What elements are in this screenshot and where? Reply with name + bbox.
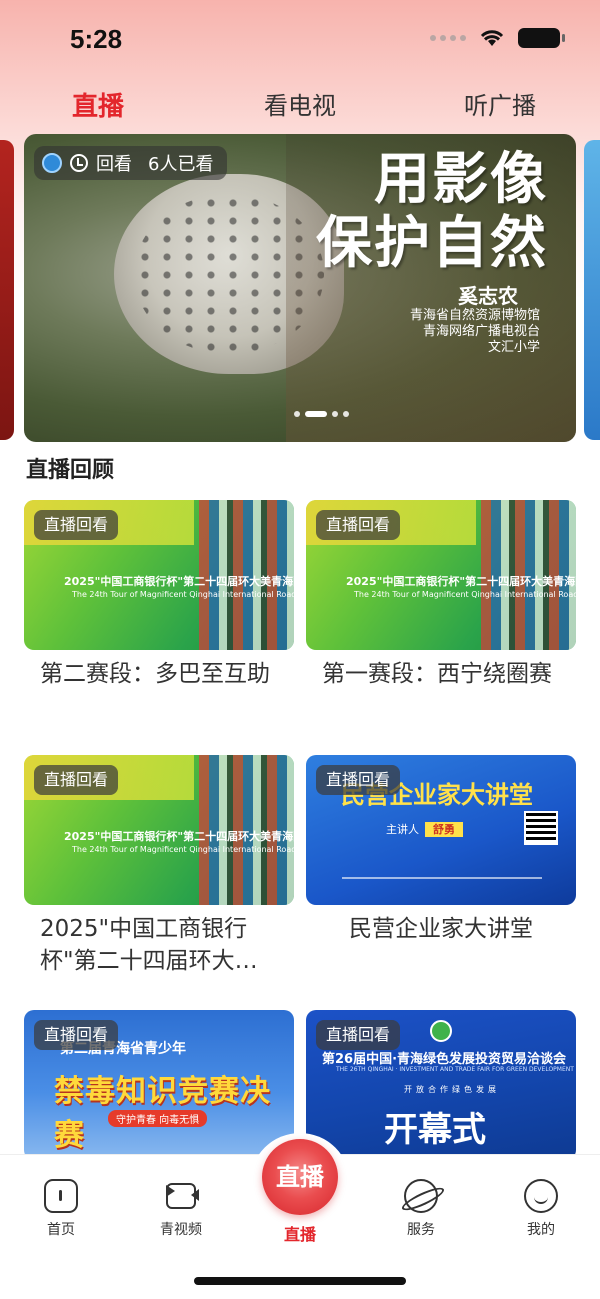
banner-title: 用影像 保护自然 bbox=[316, 148, 548, 276]
thumb-divider bbox=[342, 877, 542, 879]
tab-radio[interactable]: 听广播 bbox=[464, 86, 536, 121]
battery-icon bbox=[518, 28, 565, 48]
banner-subtitle-line2: 青海网络广播电视台 bbox=[422, 324, 540, 339]
replay-grid: 2025"中国工商银行杯"第二十四届环大美青海国际公路自行车赛 The 24th… bbox=[0, 498, 600, 1154]
tab-home-label: 首页 bbox=[47, 1222, 75, 1238]
replay-label: 回看 bbox=[96, 154, 132, 175]
carousel-prev-slide[interactable] bbox=[0, 140, 14, 440]
thumb-pill: 守护青春 向毒无惧 bbox=[108, 1110, 208, 1127]
replay-chip: 回看 6人已看 bbox=[34, 146, 228, 180]
home-indicator bbox=[194, 1277, 406, 1285]
live-center-button[interactable]: 直播 bbox=[262, 1139, 338, 1215]
thumb-en-text: The 24th Tour of Magnificent Qinghai Int… bbox=[354, 590, 576, 599]
replay-tag: 直播回看 bbox=[316, 1020, 401, 1050]
tab-home[interactable]: 首页 bbox=[16, 1179, 106, 1239]
card-thumbnail: 2025"中国工商银行杯"第二十四届环大美青海国际公路自行车赛 The 24th… bbox=[24, 755, 294, 905]
tab-live-label[interactable]: 直播 bbox=[250, 1221, 350, 1245]
replay-tag: 直播回看 bbox=[316, 765, 401, 795]
thumb-en-text: The 24th Tour of Magnificent Qinghai Int… bbox=[72, 845, 294, 854]
home-icon bbox=[44, 1179, 78, 1213]
signal-icon bbox=[430, 35, 466, 41]
thumb-title: 第26届中国·青海绿色发展投资贸易洽谈会 bbox=[322, 1052, 567, 1067]
thumb-en-text: The 24th Tour of Magnificent Qinghai Int… bbox=[72, 590, 294, 599]
status-icons bbox=[430, 28, 565, 48]
tab-tv[interactable]: 看电视 bbox=[264, 86, 336, 121]
replay-tag: 直播回看 bbox=[316, 510, 401, 540]
replay-tag: 直播回看 bbox=[34, 510, 119, 540]
page-dot bbox=[332, 411, 338, 417]
thumb-text: 开幕式 bbox=[384, 1110, 486, 1150]
replay-tag: 直播回看 bbox=[34, 765, 119, 795]
replay-card[interactable]: 民营企业家大讲堂 主讲人 舒勇 直播回看 民营企业家大讲堂 bbox=[306, 755, 576, 995]
replay-card[interactable]: 2025"中国工商银行杯"第二十四届环大美青海国际公路自行车赛 The 24th… bbox=[306, 500, 576, 740]
card-title: 第二赛段：多巴至互助 bbox=[40, 661, 270, 687]
card-thumbnail: 第26届中国·青海绿色发展投资贸易洽谈会 THE 26TH QINGHAI · … bbox=[306, 1010, 576, 1154]
channel-logo-icon bbox=[42, 153, 62, 173]
card-thumbnail: 第二届青海省青少年 禁毒知识竞赛决赛 守护青春 向毒无惧 直播回看 bbox=[24, 1010, 294, 1154]
replay-card[interactable]: 第二届青海省青少年 禁毒知识竞赛决赛 守护青春 向毒无惧 直播回看 bbox=[24, 1010, 294, 1154]
tab-me[interactable]: 我的 bbox=[496, 1179, 586, 1239]
section-title: 直播回顾 bbox=[26, 458, 115, 483]
status-time: 5:28 bbox=[70, 24, 123, 54]
tab-live[interactable]: 直播 bbox=[72, 86, 124, 123]
tab-video[interactable]: 青视频 bbox=[136, 1179, 226, 1239]
replay-card[interactable]: 2025"中国工商银行杯"第二十四届环大美青海国际公路自行车赛 The 24th… bbox=[24, 500, 294, 740]
thumb-speaker-name: 舒勇 bbox=[425, 822, 463, 837]
smile-face-icon bbox=[524, 1179, 558, 1213]
thumb-speaker: 主讲人 舒勇 bbox=[386, 821, 463, 837]
page-dot bbox=[294, 411, 300, 417]
wifi-icon bbox=[480, 30, 504, 46]
banner-subtitle: 青海省自然资源博物馆 青海网络广播电视台 文汇小学 bbox=[410, 308, 540, 356]
card-thumbnail: 2025"中国工商银行杯"第二十四届环大美青海国际公路自行车赛 The 24th… bbox=[24, 500, 294, 650]
fair-logo-icon bbox=[430, 1020, 452, 1042]
status-bar: 5:28 bbox=[0, 0, 600, 80]
replay-card[interactable]: 2025"中国工商银行杯"第二十四届环大美青海国际公路自行车赛 The 24th… bbox=[24, 755, 294, 995]
card-title: 第一赛段：西宁绕圈赛 bbox=[322, 661, 552, 687]
banner-title-line2: 保护自然 bbox=[316, 211, 548, 276]
qr-code-icon bbox=[524, 811, 558, 845]
video-icon bbox=[157, 1179, 205, 1213]
card-thumbnail: 2025"中国工商银行杯"第二十四届环大美青海国际公路自行车赛 The 24th… bbox=[306, 500, 576, 650]
banner-slide[interactable]: 回看 6人已看 用影像 保护自然 奚志农 青海省自然资源博物馆 青海网络广播电视… bbox=[24, 134, 576, 442]
banner-title-line1: 用影像 bbox=[374, 147, 548, 212]
tab-me-label: 我的 bbox=[527, 1222, 555, 1238]
banner-subtitle-line1: 青海省自然资源博物馆 bbox=[409, 308, 540, 323]
replay-card[interactable]: 第26届中国·青海绿色发展投资贸易洽谈会 THE 26TH QINGHAI · … bbox=[306, 1010, 576, 1154]
thumb-text: 2025"中国工商银行杯"第二十四届环大美青海国际公路自行车赛 bbox=[64, 830, 294, 843]
replay-icon bbox=[70, 154, 88, 172]
tab-service[interactable]: 服务 bbox=[376, 1179, 466, 1239]
card-thumbnail: 民营企业家大讲堂 主讲人 舒勇 直播回看 bbox=[306, 755, 576, 905]
card-title: 民营企业家大讲堂 bbox=[349, 916, 533, 942]
page-dot-active bbox=[305, 411, 327, 417]
page-dot bbox=[343, 411, 349, 417]
thumb-text: 2025"中国工商银行杯"第二十四届环大美青海国际公路自行车赛 bbox=[64, 575, 294, 588]
tab-service-label: 服务 bbox=[407, 1222, 435, 1238]
view-count: 6人已看 bbox=[148, 154, 214, 175]
top-tabs: 直播 看电视 听广播 bbox=[0, 80, 600, 126]
banner-signature: 奚志农 bbox=[458, 284, 518, 308]
thumb-slogan: 开放合作绿色发展 bbox=[404, 1085, 500, 1094]
thumb-en-text: THE 26TH QINGHAI · INVESTMENT AND TRADE … bbox=[336, 1066, 574, 1073]
carousel-page-indicator bbox=[294, 411, 349, 417]
carousel-next-slide[interactable] bbox=[584, 140, 600, 440]
planet-icon bbox=[404, 1179, 438, 1213]
banner-subtitle-line3: 文汇小学 bbox=[487, 340, 540, 355]
video-icon-lens bbox=[191, 1189, 199, 1201]
tab-video-label: 青视频 bbox=[160, 1222, 202, 1238]
thumb-text: 2025"中国工商银行杯"第二十四届环大美青海国际公路自行车赛 bbox=[346, 575, 576, 588]
card-title: 2025"中国工商银行杯"第二十四届环大… bbox=[40, 916, 258, 974]
replay-tag: 直播回看 bbox=[34, 1020, 119, 1050]
thumb-speaker-label: 主讲人 bbox=[386, 823, 419, 836]
banner-carousel[interactable]: 回看 6人已看 用影像 保护自然 奚志农 青海省自然资源博物馆 青海网络广播电视… bbox=[0, 134, 600, 442]
